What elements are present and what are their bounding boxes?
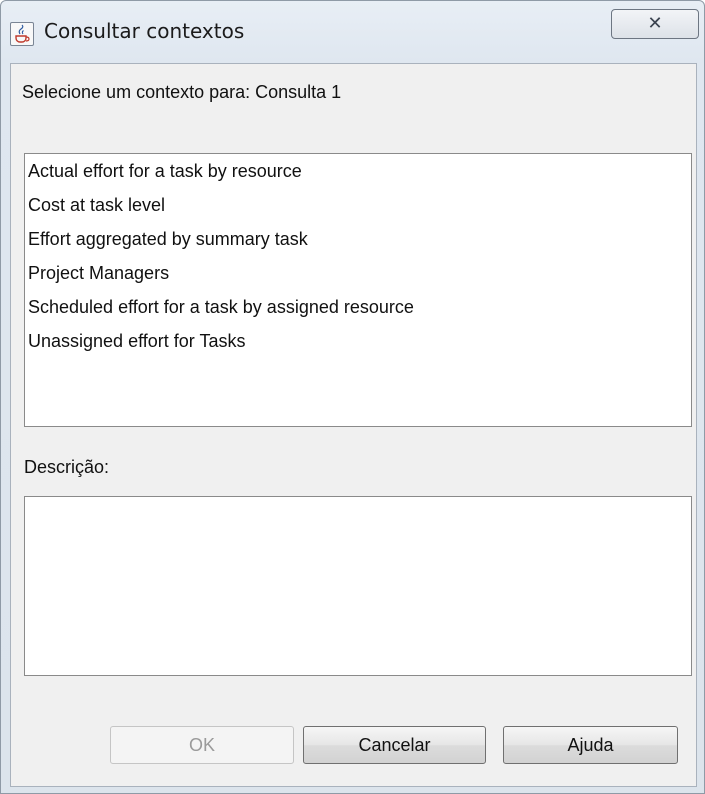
dialog-content: Selecione um contexto para: Consulta 1 A…: [10, 63, 697, 787]
context-list-item[interactable]: Scheduled effort for a task by assigned …: [28, 295, 691, 329]
window-title: Consultar contextos: [44, 19, 245, 43]
context-list-item[interactable]: Cost at task level: [28, 193, 691, 227]
close-button[interactable]: ✕: [611, 9, 699, 39]
close-icon: ✕: [647, 13, 663, 34]
context-list-item[interactable]: Unassigned effort for Tasks: [28, 329, 691, 363]
description-label: Descrição:: [24, 457, 110, 477]
context-list-item[interactable]: Project Managers: [28, 261, 691, 295]
java-cup-icon: [10, 22, 34, 46]
context-list-item[interactable]: Effort aggregated by summary task: [28, 227, 691, 261]
ok-button[interactable]: OK: [110, 726, 294, 764]
help-button[interactable]: Ajuda: [503, 726, 678, 764]
context-list[interactable]: Actual effort for a task by resource Cos…: [24, 153, 692, 427]
cancel-button[interactable]: Cancelar: [303, 726, 486, 764]
context-list-item[interactable]: Actual effort for a task by resource: [28, 159, 691, 193]
dialog-window: Consultar contextos ✕ Selecione um conte…: [0, 0, 705, 794]
context-prompt-label: Selecione um contexto para: Consulta 1: [22, 82, 342, 102]
description-field[interactable]: [24, 496, 692, 676]
title-bar[interactable]: Consultar contextos ✕: [1, 1, 704, 63]
